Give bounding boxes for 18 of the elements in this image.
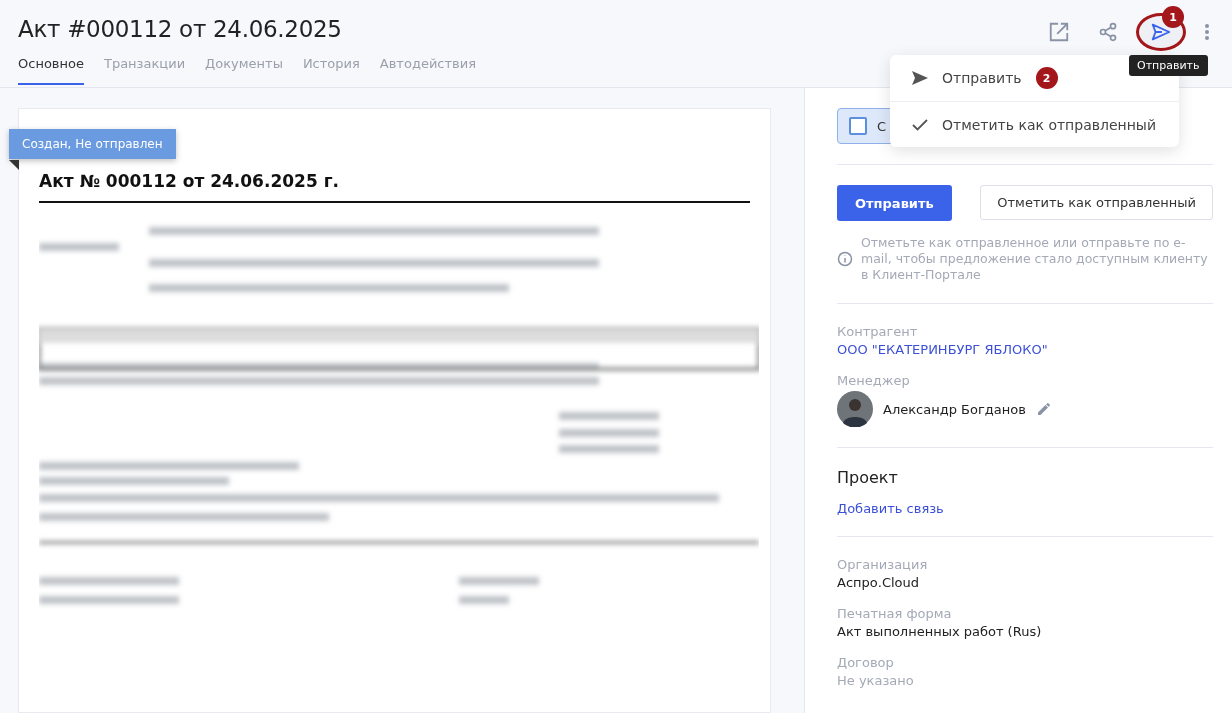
hint-text: Отметьте как отправленное или отправьте по e-mail, чтобы предложение стало доступным клиенту в Клиент-Портале — [861, 235, 1209, 283]
step-marker: 2 — [1035, 67, 1058, 89]
checkbox-label: С — [877, 118, 887, 134]
page-title: Акт #000112 от 24.06.2025 — [18, 16, 343, 42]
field-label: Менеджер — [837, 373, 911, 388]
tooltip: Отправить — [1129, 55, 1208, 76]
manager-name: Александр Богданов — [883, 401, 1026, 417]
status-ribbon: Создан, Не отправлен — [9, 129, 176, 159]
step-marker: 1 — [1162, 6, 1184, 28]
field-label: Организация — [837, 557, 929, 572]
field-value: Не указано — [837, 673, 915, 688]
field-label: Печатная форма — [837, 606, 953, 621]
document-heading: Акт № 000112 от 24.06.2025 г. — [39, 171, 750, 203]
section-title: Проект — [837, 468, 899, 487]
field-label: Договор — [837, 655, 895, 670]
field-value: Аспро.Cloud — [837, 575, 920, 590]
field-value: Акт выполненных работ (Rus) — [837, 624, 1043, 639]
field-label: Контрагент — [837, 324, 919, 339]
